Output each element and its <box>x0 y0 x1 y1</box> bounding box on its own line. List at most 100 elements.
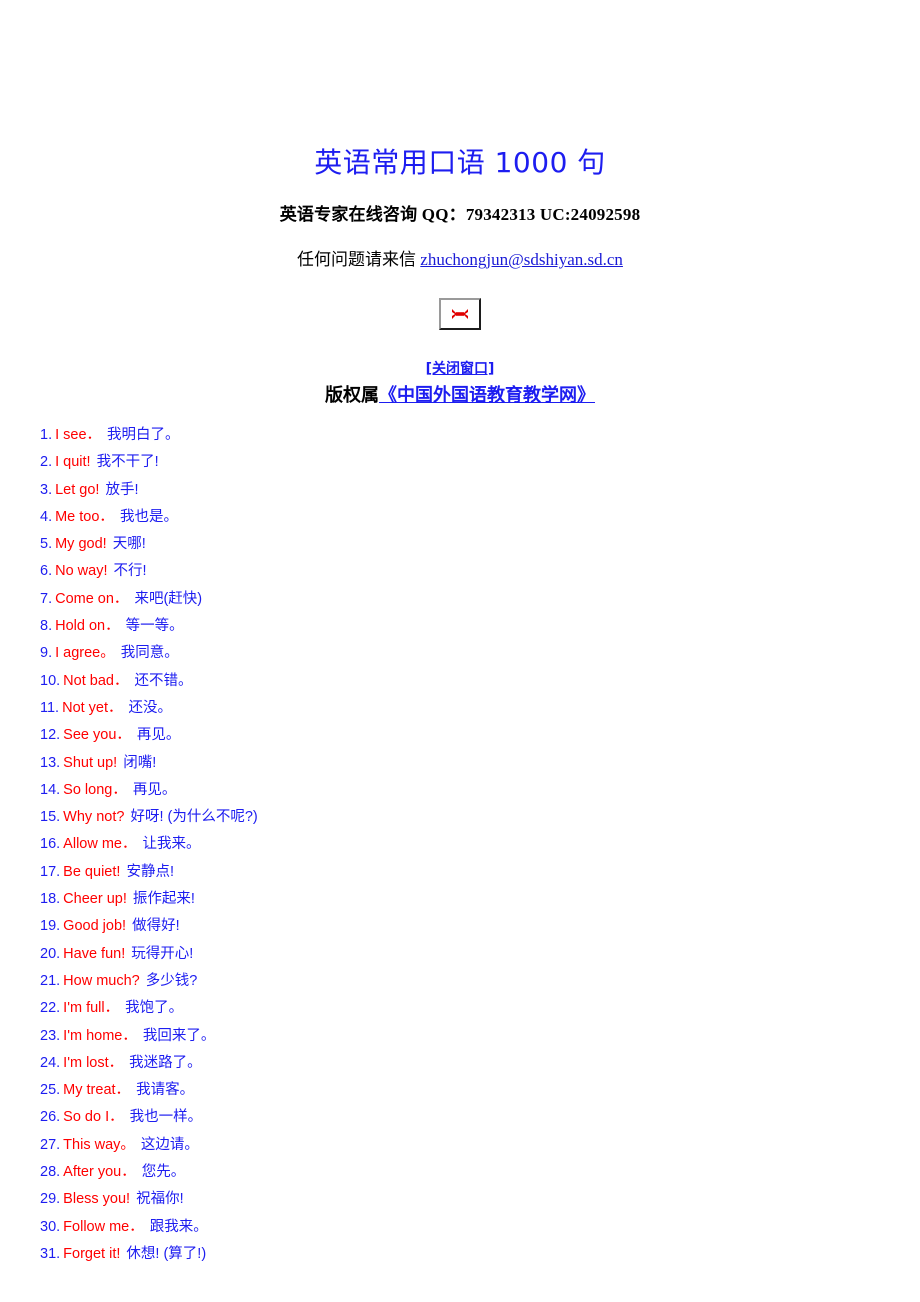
list-item: 25. My treat． 我请客。 <box>40 1077 920 1104</box>
phrase-index: 26. <box>40 1109 61 1126</box>
close-window-link[interactable]: [关闭窗口] <box>426 361 495 377</box>
phrase-chinese: 我也一样。 <box>125 1109 203 1126</box>
phrase-chinese: 再见。 <box>128 781 177 798</box>
copyright-prefix: 版权属 <box>325 385 379 406</box>
phrase-index: 3. <box>40 481 53 498</box>
list-item: 16. Allow me． 让我来。 <box>40 831 920 858</box>
list-item: 18. Cheer up! 振作起来! <box>40 886 920 913</box>
phrase-english: So long． <box>63 781 127 798</box>
list-item: 24. I'm lost． 我迷路了。 <box>40 1050 920 1077</box>
list-item: 5. My god! 天哪! <box>40 531 920 558</box>
list-item: 4. Me too． 我也是。 <box>40 504 920 531</box>
phrase-index: 27. <box>40 1136 61 1153</box>
phrase-index: 29. <box>40 1191 61 1208</box>
phrase-index: 20. <box>40 945 61 962</box>
phrase-english: Hold on． <box>55 618 120 635</box>
phrase-chinese: 还不错。 <box>130 672 193 689</box>
phrase-chinese: 我同意。 <box>116 645 179 662</box>
phrase-index: 25. <box>40 1082 61 1099</box>
phrase-english: My treat． <box>63 1082 131 1099</box>
phrase-chinese: 祝福你! <box>132 1191 184 1208</box>
phrase-index: 6. <box>40 563 53 580</box>
phrase-english: See you． <box>63 727 131 744</box>
phrase-english: Good job! <box>63 918 127 935</box>
phrase-english: Cheer up! <box>63 891 127 908</box>
site-link[interactable]: 《中国外国语教育教学网》 <box>379 385 595 406</box>
phrase-english: I agree。 <box>55 645 115 662</box>
list-item: 19. Good job! 做得好! <box>40 913 920 940</box>
phrase-index: 14. <box>40 781 61 798</box>
phrase-english: No way! <box>55 563 108 580</box>
list-item: 26. So do I． 我也一样。 <box>40 1104 920 1131</box>
phrase-english: My god! <box>55 536 107 553</box>
phrase-english: Be quiet! <box>63 863 121 880</box>
list-item: 20. Have fun! 玩得开心! <box>40 941 920 968</box>
list-item: 17. Be quiet! 安静点! <box>40 859 920 886</box>
phrase-english: Shut up! <box>63 754 118 771</box>
phrase-chinese: 等一等。 <box>121 618 184 635</box>
phrase-english: Come on． <box>55 590 129 607</box>
phrase-index: 5. <box>40 536 53 553</box>
phrase-chinese: 我迷路了。 <box>125 1054 202 1071</box>
phrase-chinese: 放手! <box>101 481 139 498</box>
phrase-chinese: 不行! <box>109 563 147 580</box>
phrase-index: 30. <box>40 1218 61 1235</box>
list-item: 22. I'm full． 我饱了。 <box>40 995 920 1022</box>
phrase-english: Bless you! <box>63 1191 131 1208</box>
phrase-index: 1. <box>40 427 53 443</box>
phrase-index: 24. <box>40 1054 61 1071</box>
phrase-english: How much? <box>63 972 140 989</box>
phrase-index: 12. <box>40 727 61 744</box>
list-item: 1. I see． 我明白了。 <box>40 422 920 449</box>
phrase-chinese: 好呀! (为什么不呢?) <box>126 809 258 826</box>
list-item: 6. No way! 不行! <box>40 558 920 585</box>
phrase-english: After you． <box>63 1164 136 1181</box>
phrase-english: I'm lost． <box>63 1054 124 1071</box>
image-placeholder-wrap <box>0 298 920 330</box>
close-window-line: [关闭窗口] <box>0 360 920 379</box>
email-link[interactable]: zhuchongjun@sdshiyan.sd.cn <box>420 250 623 269</box>
list-item: 12. See you． 再见。 <box>40 722 920 749</box>
list-item: 8. Hold on． 等一等。 <box>40 613 920 640</box>
phrase-list: 1. I see． 我明白了。 2. I quit! 我不干了! 3. Let go! 放… <box>0 422 920 1268</box>
phrase-chinese: 天哪! <box>108 536 146 553</box>
phrase-index: 7. <box>40 590 53 607</box>
phrase-english: Allow me． <box>63 836 137 853</box>
page-title: 英语常用口语 1000 句 <box>314 146 606 179</box>
phrase-chinese: 我回来了。 <box>138 1027 216 1044</box>
phrase-english: I'm home． <box>63 1027 137 1044</box>
phrase-chinese: 您先。 <box>137 1164 186 1181</box>
phrase-chinese: 我请客。 <box>132 1082 195 1099</box>
phrase-english: Me too． <box>55 508 114 525</box>
phrase-chinese: 多少钱? <box>141 972 198 989</box>
phrase-english: Follow me． <box>63 1218 144 1235</box>
phrase-english: I quit! <box>55 454 91 471</box>
phrase-english: Not yet． <box>62 699 123 716</box>
list-item: 27. This way。 这边请。 <box>40 1132 920 1159</box>
phrase-chinese: 来吧(赶快) <box>130 590 203 607</box>
phrase-chinese: 振作起来! <box>128 891 195 908</box>
phrase-chinese: 我也是。 <box>115 508 178 525</box>
phrase-index: 4. <box>40 508 53 525</box>
phrase-english: Not bad． <box>63 672 129 689</box>
phrase-english: Have fun! <box>63 945 126 962</box>
phrase-chinese: 我不干了! <box>92 454 159 471</box>
phrase-index: 28. <box>40 1164 61 1181</box>
list-item: 9. I agree。 我同意。 <box>40 640 920 667</box>
phrase-index: 16. <box>40 836 61 853</box>
phrase-chinese: 我明白了。 <box>103 427 180 443</box>
list-item: 13. Shut up! 闭嘴! <box>40 750 920 777</box>
phrase-index: 11. <box>40 699 60 716</box>
phrase-chinese: 我饱了。 <box>121 1000 184 1017</box>
phrase-chinese: 玩得开心! <box>127 945 194 962</box>
phrase-index: 10. <box>40 672 61 689</box>
copyright-line: 版权属《中国外国语教育教学网》 <box>0 384 920 408</box>
list-item: 29. Bless you! 祝福你! <box>40 1186 920 1213</box>
phrase-index: 23. <box>40 1027 61 1044</box>
phrase-index: 9. <box>40 645 53 662</box>
list-item: 7. Come on． 来吧(赶快) <box>40 586 920 613</box>
phrase-english: Why not? <box>63 809 125 826</box>
list-item: 23. I'm home． 我回来了。 <box>40 1023 920 1050</box>
phrase-chinese: 安静点! <box>122 863 174 880</box>
phrase-index: 19. <box>40 918 61 935</box>
